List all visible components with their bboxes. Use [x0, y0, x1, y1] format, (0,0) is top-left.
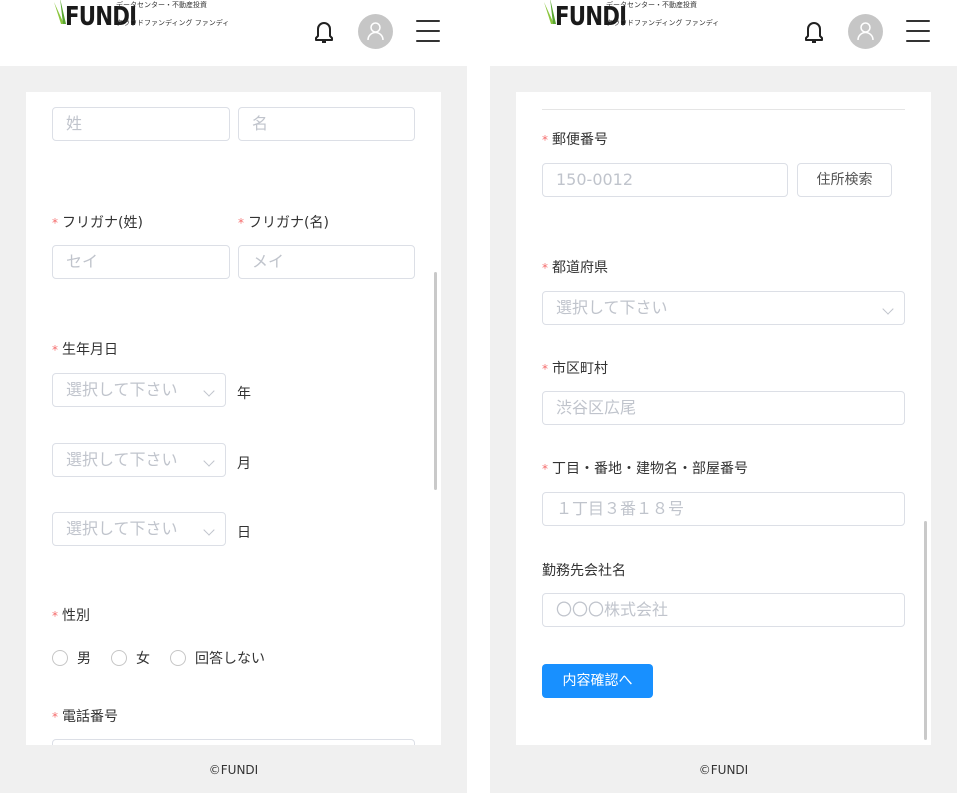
kana-last-input[interactable]: セイ [52, 245, 230, 279]
user-silhouette-icon [857, 22, 874, 41]
hamburger-menu-icon[interactable] [906, 20, 930, 42]
kana-last-label: * フリガナ(姓) [52, 215, 143, 231]
left-screen: FUNDI データセンター・不動産投資 クラウドファンディング ファンディ 姓 … [0, 0, 467, 793]
radio-circle[interactable] [170, 650, 186, 666]
last-name-input[interactable]: 姓 [52, 107, 230, 141]
scrollbar[interactable] [924, 521, 927, 740]
chevron-down-icon [203, 455, 215, 467]
chevron-down-icon [203, 524, 215, 536]
section-divider [542, 109, 905, 110]
right-screen: FUNDI データセンター・不動産投資 クラウドファンディング ファンディ * 郵… [490, 0, 957, 793]
logo-tagline-1: データセンター・不動産投資 [606, 1, 697, 9]
logo-tagline-2: クラウドファンディング ファンディ [606, 19, 720, 27]
chevron-down-icon [203, 385, 215, 397]
kana-first-label: * フリガナ(名) [238, 215, 329, 231]
confirm-button[interactable]: 内容確認へ [542, 664, 653, 698]
address-search-button[interactable]: 住所検索 [797, 163, 892, 197]
footer-copyright: ©FUNDI [208, 763, 259, 777]
app-header: FUNDI データセンター・不動産投資 クラウドファンディング ファンディ [490, 0, 957, 66]
prefecture-select[interactable]: 選択して下さい [542, 291, 905, 325]
year-unit: 年 [237, 386, 251, 402]
day-unit: 日 [237, 525, 251, 541]
first-name-input[interactable]: 名 [238, 107, 415, 141]
kana-first-input[interactable]: メイ [238, 245, 415, 279]
registration-form-card: * 郵便番号 150-0012 住所検索 * 都道府県 選択して下さい * 市区町村 … [516, 92, 931, 745]
birth-month-select[interactable]: 選択して下さい [52, 443, 226, 477]
app-header: FUNDI データセンター・不動産投資 クラウドファンディング ファンディ [0, 0, 467, 66]
chevron-down-icon [882, 303, 894, 315]
postal-code-input[interactable]: 150-0012 [542, 163, 788, 197]
logo-tagline-1: データセンター・不動産投資 [116, 1, 207, 9]
birthdate-label: * 生年月日 [52, 342, 118, 358]
street-address-input[interactable]: １丁目３番１８号 [542, 492, 905, 526]
gender-radio-male[interactable]: 男 [52, 648, 91, 668]
company-input[interactable]: 〇〇〇株式会社 [542, 593, 905, 627]
city-label: * 市区町村 [542, 361, 608, 377]
birth-year-select[interactable]: 選択して下さい [52, 373, 226, 407]
birth-day-select[interactable]: 選択して下さい [52, 512, 226, 546]
city-input[interactable]: 渋谷区広尾 [542, 391, 905, 425]
prefecture-label: * 都道府県 [542, 260, 608, 276]
phone-input[interactable] [52, 739, 415, 745]
registration-form-card: 姓 名 * フリガナ(姓) * フリガナ(名) セイ メイ * 生年月日 選択して下さ… [26, 92, 441, 745]
logo-tagline-2: クラウドファンディング ファンディ [116, 19, 230, 27]
scrollbar[interactable] [434, 272, 437, 490]
hamburger-menu-icon[interactable] [416, 20, 440, 42]
radio-circle[interactable] [52, 650, 68, 666]
gender-radio-no-answer[interactable]: 回答しない [170, 648, 265, 668]
user-avatar-icon[interactable] [358, 14, 393, 49]
user-silhouette-icon [367, 22, 384, 41]
user-avatar-icon[interactable] [848, 14, 883, 49]
company-label: 勤務先会社名 [542, 563, 626, 579]
gender-label: * 性別 [52, 608, 90, 624]
gender-radio-female[interactable]: 女 [111, 648, 150, 668]
radio-circle[interactable] [111, 650, 127, 666]
bell-icon[interactable] [312, 18, 336, 46]
month-unit: 月 [237, 456, 251, 472]
phone-label: * 電話番号 [52, 709, 118, 725]
bell-icon[interactable] [802, 18, 826, 46]
street-address-label: * 丁目・番地・建物名・部屋番号 [542, 461, 748, 477]
footer-copyright: ©FUNDI [698, 763, 749, 777]
postal-code-label: * 郵便番号 [542, 132, 608, 148]
